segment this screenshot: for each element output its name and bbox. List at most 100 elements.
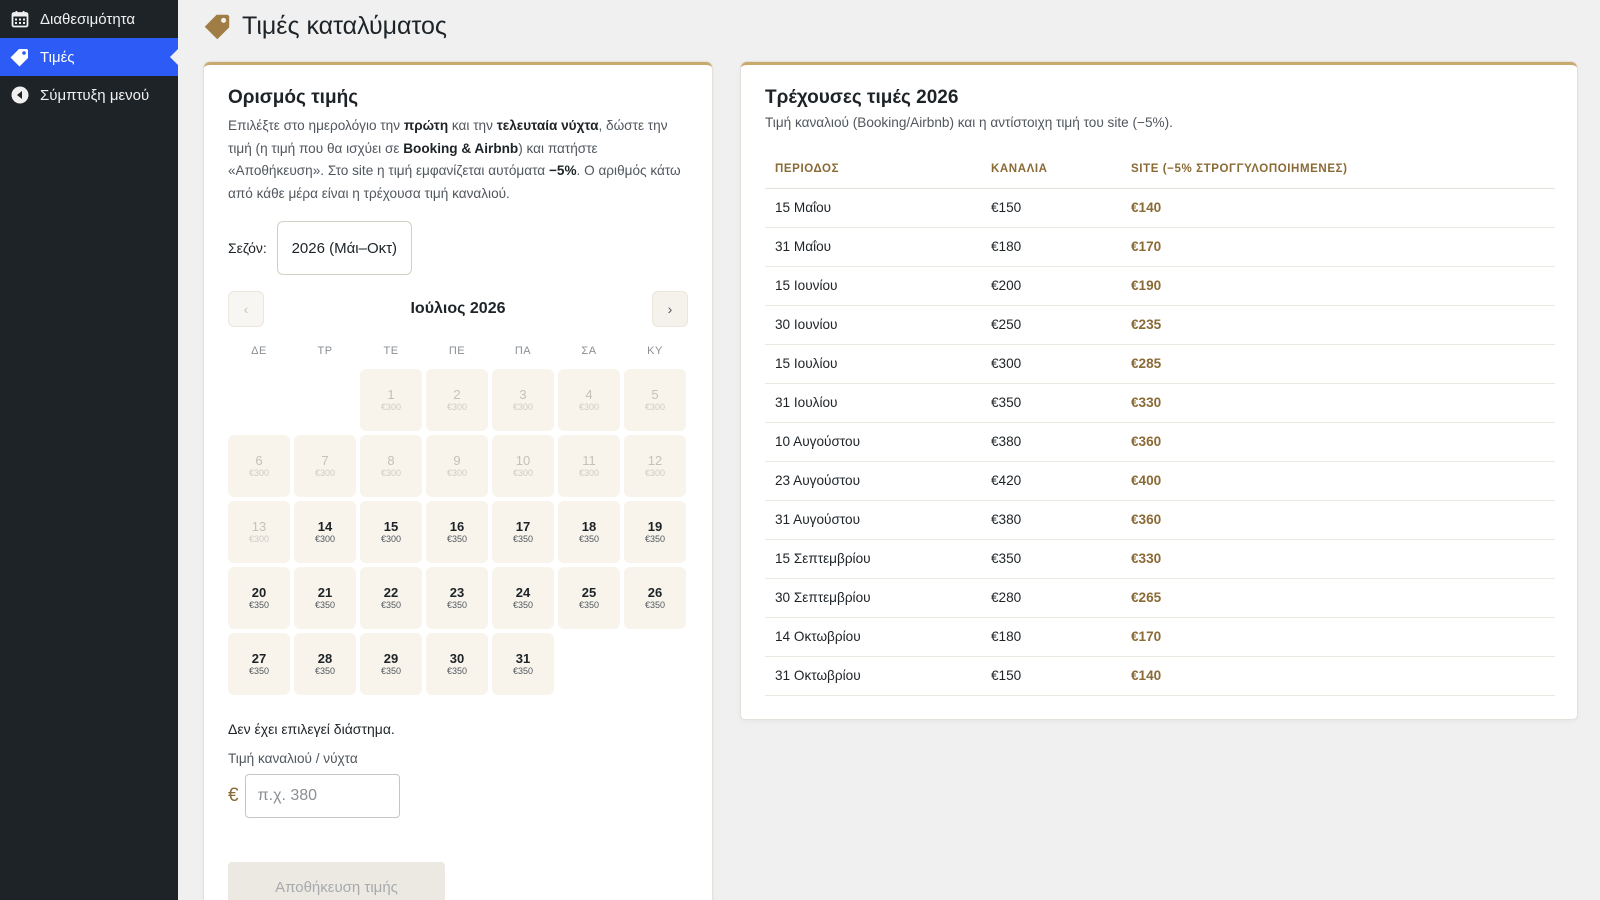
calendar-day[interactable]: 30 €350	[426, 633, 488, 695]
calendar-day[interactable]: 21 €350	[294, 567, 356, 629]
day-number: 11	[582, 453, 596, 468]
calendar-day: 3 €300	[492, 369, 554, 431]
table-row: 14 Οκτωβρίου €180 €170	[765, 617, 1555, 657]
day-price: €350	[644, 600, 666, 610]
day-price: €300	[248, 534, 270, 544]
table-row: 15 Σεπτεμβρίου €350 €330	[765, 539, 1555, 579]
day-price: €350	[248, 666, 270, 676]
day-number: 6	[255, 453, 263, 468]
day-price: €350	[446, 666, 468, 676]
table-row: 15 Ιουνίου €200 €190	[765, 266, 1555, 306]
table-row: 30 Ιουνίου €250 €235	[765, 305, 1555, 345]
currency-symbol: €	[228, 785, 239, 806]
day-price: €350	[380, 666, 402, 676]
calendar-header: ‹ Ιούλιος 2026 ›	[228, 291, 688, 327]
calendar-day[interactable]: 26 €350	[624, 567, 686, 629]
season-label: Σεζόν:	[228, 240, 267, 256]
day-price: €350	[644, 534, 666, 544]
calendar-day[interactable]: 28 €350	[294, 633, 356, 695]
day-number: 28	[317, 651, 333, 666]
day-price: €350	[446, 600, 468, 610]
selection-status: Δεν έχει επιλεγεί διάστημα.	[228, 721, 395, 737]
sidebar-item-availability[interactable]: Διαθεσιμότητα	[0, 0, 178, 38]
weekday-label: ΤΡ	[317, 345, 333, 357]
price-input[interactable]	[244, 774, 400, 818]
table-row: 31 Μαΐου €180 €170	[765, 227, 1555, 267]
calendar-day[interactable]: 16 €350	[426, 501, 488, 563]
day-price: €300	[380, 402, 402, 412]
calendar-day: 2 €300	[426, 369, 488, 431]
day-number: 4	[585, 387, 593, 402]
calendar-day: 8 €300	[360, 435, 422, 497]
calendar-grid: 1 €300 2 €300 3 €300 4 €300 5 €300 6 €300 7 €300 8 €300…	[228, 369, 688, 695]
calendar-day[interactable]: 27 €350	[228, 633, 290, 695]
day-price: €300	[578, 468, 600, 478]
day-price: €350	[314, 600, 336, 610]
calendar-day[interactable]: 24 €350	[492, 567, 554, 629]
sidebar-item-prices[interactable]: Τιμές	[0, 38, 178, 76]
period-cell: 31 Μαΐου	[765, 227, 981, 267]
calendar-day[interactable]: 14 €300	[294, 501, 356, 563]
day-price: €350	[512, 534, 534, 544]
table-row: 31 Ιουλίου €350 €330	[765, 383, 1555, 423]
set-price-card: Ορισμός τιμής Επιλέξτε στο ημερολόγιο τη…	[204, 62, 712, 900]
day-number: 8	[387, 453, 395, 468]
day-price: €300	[644, 402, 666, 412]
day-number: 21	[317, 585, 333, 600]
day-price: €350	[578, 534, 600, 544]
day-number: 26	[647, 585, 663, 600]
calendar-day[interactable]: 23 €350	[426, 567, 488, 629]
calendar-day[interactable]: 29 €350	[360, 633, 422, 695]
day-number: 20	[251, 585, 267, 600]
sidebar-collapse-menu[interactable]: Σύμπτυξη μενού	[0, 76, 178, 114]
price-row: €	[228, 774, 688, 818]
channel-price-cell: €180	[981, 617, 1121, 657]
calendar-day: 10 €300	[492, 435, 554, 497]
sidebar-item-label: Σύμπτυξη μενού	[40, 86, 150, 104]
weekday-label: ΠΑ	[514, 345, 532, 357]
day-number: 24	[515, 585, 531, 600]
save-price-button[interactable]: Αποθήκευση τιμής	[228, 862, 445, 900]
season-row: Σεζόν: 2026 (Μάι–Οκτ)	[228, 221, 688, 275]
day-price: €300	[512, 468, 534, 478]
calendar-day[interactable]: 17 €350	[492, 501, 554, 563]
day-price: €350	[446, 534, 468, 544]
site-price-cell: €285	[1121, 344, 1555, 384]
calendar-day[interactable]: 15 €300	[360, 501, 422, 563]
season-select[interactable]: 2026 (Μάι–Οκτ)	[276, 221, 412, 275]
calendar-day: 5 €300	[624, 369, 686, 431]
day-number: 23	[449, 585, 465, 600]
channel-price-cell: €180	[981, 227, 1121, 267]
period-cell: 15 Ιουνίου	[765, 266, 981, 306]
price-label: Τιμή καναλιού / νύχτα	[228, 751, 358, 766]
site-price-cell: €265	[1121, 578, 1555, 618]
day-number: 12	[647, 453, 663, 468]
day-number: 13	[251, 519, 267, 534]
day-number: 16	[449, 519, 465, 534]
calendar-day[interactable]: 19 €350	[624, 501, 686, 563]
channel-price-cell: €150	[981, 656, 1121, 696]
prev-month-button[interactable]: ‹	[228, 291, 264, 327]
day-number: 30	[449, 651, 465, 666]
period-cell: 31 Ιουλίου	[765, 383, 981, 423]
day-price: €300	[446, 402, 468, 412]
calendar-day[interactable]: 22 €350	[360, 567, 422, 629]
sidebar-item-label: Τιμές	[40, 48, 75, 66]
site-price-cell: €360	[1121, 422, 1555, 462]
calendar-day[interactable]: 25 €350	[558, 567, 620, 629]
calendar-day[interactable]: 20 €350	[228, 567, 290, 629]
calendar-day: 6 €300	[228, 435, 290, 497]
day-price: €350	[314, 666, 336, 676]
tag-icon	[204, 12, 232, 40]
day-number: 10	[515, 453, 531, 468]
period-cell: 15 Σεπτεμβρίου	[765, 539, 981, 579]
weekday-row: ΔΕ ΤΡ ΤΕ ΠΕ ΠΑ ΣΑ ΚΥ	[228, 345, 688, 367]
next-month-button[interactable]: ›	[651, 291, 688, 327]
calendar-day[interactable]: 18 €350	[558, 501, 620, 563]
site-price-cell: €140	[1121, 188, 1555, 228]
calendar-day[interactable]: 31 €350	[492, 633, 554, 695]
calendar-blank-cell	[228, 369, 290, 431]
day-number: 14	[317, 519, 333, 534]
collapse-icon	[10, 85, 30, 105]
admin-sidebar: Διαθεσιμότητα Τιμές Σύμπτυξη μενού	[0, 0, 178, 900]
